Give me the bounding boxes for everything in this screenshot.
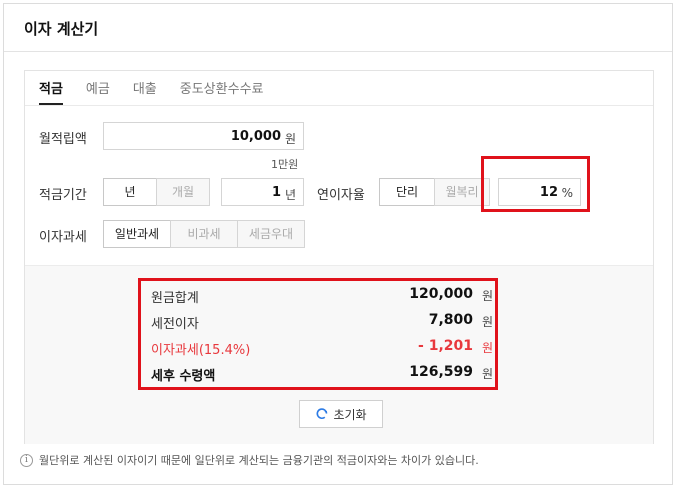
tax-preferential-option[interactable]: 세금우대 bbox=[237, 220, 305, 248]
calculator-panel: 적금 예금 대출 중도상환수수료 월적립액 10,000 원 1만원 적금기간 … bbox=[24, 70, 654, 444]
period-value: 1 bbox=[271, 185, 281, 200]
interest-tax-unit: 원 bbox=[481, 341, 493, 355]
pretax-interest-label: 세전이자 bbox=[151, 317, 199, 332]
period-label: 적금기간 bbox=[39, 188, 87, 203]
principal-label: 원금합계 bbox=[151, 291, 199, 306]
page-title: 이자 계산기 bbox=[24, 20, 99, 38]
interest-tax-row: 이자과세(15.4%) - 1,201 원 bbox=[151, 338, 493, 359]
rate-simple-option[interactable]: 단리 bbox=[379, 178, 435, 206]
tax-type-toggle: 일반과세 비과세 세금우대 bbox=[103, 220, 305, 248]
footnote: i 월단위로 계산된 이자이기 때문에 일단위로 계산되는 금융기관의 적금이자… bbox=[20, 452, 479, 468]
interest-tax-label: 이자과세(15.4%) bbox=[151, 343, 251, 358]
period-unit-toggle: 년 개월 bbox=[103, 178, 210, 206]
rate-input[interactable]: 12 % bbox=[498, 178, 581, 206]
period-month-option[interactable]: 개월 bbox=[156, 178, 210, 206]
period-year-option[interactable]: 년 bbox=[103, 178, 157, 206]
net-amount-value: 126,599 bbox=[409, 364, 473, 380]
tax-label: 이자과세 bbox=[39, 230, 87, 245]
title-bar: 이자 계산기 bbox=[4, 4, 672, 52]
pretax-interest-row: 세전이자 7,800 원 bbox=[151, 312, 493, 333]
principal-value: 120,000 bbox=[409, 286, 473, 302]
rate-value: 12 bbox=[539, 185, 558, 200]
net-amount-label: 세후 수령액 bbox=[151, 369, 216, 384]
pretax-interest-unit: 원 bbox=[481, 315, 493, 329]
rate-type-toggle: 단리 월복리 bbox=[379, 178, 490, 206]
footnote-text: 월단위로 계산된 이자이기 때문에 일단위로 계산되는 금융기관의 적금이자와는… bbox=[39, 454, 479, 467]
period-unit: 년 bbox=[284, 188, 296, 202]
monthly-deposit-input[interactable]: 10,000 원 bbox=[103, 122, 304, 150]
principal-unit: 원 bbox=[481, 289, 493, 303]
rate-compound-option[interactable]: 월복리 bbox=[434, 178, 490, 206]
monthly-deposit-unit: 원 bbox=[284, 132, 296, 146]
tab-prepayment-fee[interactable]: 중도상환수수료 bbox=[180, 81, 264, 105]
tab-deposit[interactable]: 예금 bbox=[86, 81, 110, 105]
result-area: 원금합계 120,000 원 세전이자 7,800 원 이자과세(15.4%) … bbox=[25, 265, 653, 444]
net-amount-row: 세후 수령액 126,599 원 bbox=[151, 364, 493, 385]
tab-bar: 적금 예금 대출 중도상환수수료 bbox=[39, 81, 287, 105]
period-input[interactable]: 1 년 bbox=[221, 178, 304, 206]
rate-unit: % bbox=[561, 186, 573, 200]
monthly-deposit-value: 10,000 bbox=[230, 129, 281, 144]
principal-row: 원금합계 120,000 원 bbox=[151, 286, 493, 307]
info-icon: i bbox=[20, 453, 33, 467]
monthly-deposit-hint: 1만원 bbox=[271, 158, 299, 171]
rate-label: 연이자율 bbox=[317, 188, 365, 203]
tax-general-option[interactable]: 일반과세 bbox=[103, 220, 171, 248]
tab-savings[interactable]: 적금 bbox=[39, 81, 63, 105]
interest-tax-value: - 1,201 bbox=[418, 338, 473, 354]
tab-divider bbox=[25, 105, 653, 106]
pretax-interest-value: 7,800 bbox=[428, 312, 473, 328]
reset-button[interactable]: 초기화 bbox=[299, 400, 383, 428]
reset-label: 초기화 bbox=[333, 407, 367, 422]
net-amount-unit: 원 bbox=[481, 367, 493, 381]
tax-exempt-option[interactable]: 비과세 bbox=[170, 220, 238, 248]
results-box: 원금합계 120,000 원 세전이자 7,800 원 이자과세(15.4%) … bbox=[143, 280, 495, 388]
refresh-icon bbox=[316, 408, 328, 420]
monthly-deposit-label: 월적립액 bbox=[39, 132, 87, 147]
calculator-window: 이자 계산기 적금 예금 대출 중도상환수수료 월적립액 10,000 원 1만… bbox=[3, 3, 673, 485]
tab-loan[interactable]: 대출 bbox=[133, 81, 157, 105]
